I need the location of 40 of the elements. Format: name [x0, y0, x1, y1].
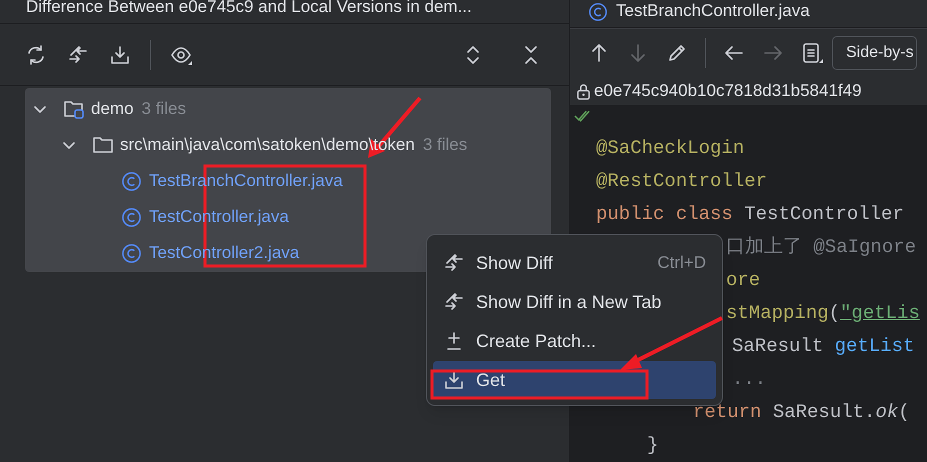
- item-label: demo: [91, 98, 134, 120]
- lock-icon: [576, 82, 591, 100]
- arrows-icon: [67, 44, 89, 66]
- view-mode-dropdown[interactable]: Side-by-s: [832, 36, 917, 70]
- code-line: public class TestController: [596, 202, 905, 228]
- shortcut-label: Ctrl+D: [657, 252, 706, 274]
- code-line: }: [647, 433, 660, 458]
- tree-item[interactable]: demo 3 files: [25, 91, 551, 127]
- class-icon: [121, 206, 142, 228]
- class-icon: [121, 242, 142, 264]
- code-line: stMapping("getLis: [726, 301, 921, 326]
- class-icon: [121, 170, 142, 192]
- code-line: SaResult getList: [732, 334, 916, 360]
- download-icon: [109, 44, 131, 66]
- code-line: ...: [732, 367, 768, 392]
- code-line: @RestController: [596, 169, 768, 194]
- file-count: 3 files: [142, 98, 186, 120]
- arrows-icon: [443, 252, 465, 274]
- code-line: return SaResult.ok(: [693, 400, 911, 426]
- menu-label: Show Diff in a New Tab: [476, 290, 662, 314]
- menu-label: Get: [476, 368, 506, 392]
- menu-item[interactable]: Show Diff Ctrl+D: [433, 244, 716, 282]
- folder-icon: [92, 134, 114, 156]
- menu-item[interactable]: Show Diff in a New Tab: [433, 283, 716, 321]
- class-icon: [588, 2, 608, 22]
- check-icon: [574, 109, 591, 123]
- module-folder-icon: [63, 98, 85, 120]
- tab-label: TestBranchController.java: [616, 2, 810, 19]
- menu-item[interactable]: Create Patch...: [433, 322, 716, 360]
- code-line: ore: [726, 268, 762, 294]
- file-count: 3 files: [422, 134, 468, 156]
- document-button[interactable]: [801, 42, 823, 64]
- window-title: Difference Between e0e745c9 and Local Versions in dem...: [26, 0, 472, 15]
- revision-hash: e0e745c940b10c7818d31b5841f49: [594, 80, 862, 102]
- code-line: @SaCheckLogin: [596, 136, 746, 162]
- menu-label: Show Diff: [476, 252, 553, 274]
- arrows-icon: [443, 291, 465, 313]
- code-line: 口加上了 @SaIgnore: [726, 235, 918, 260]
- document-icon: [801, 42, 823, 64]
- menu-label: Create Patch...: [476, 330, 596, 352]
